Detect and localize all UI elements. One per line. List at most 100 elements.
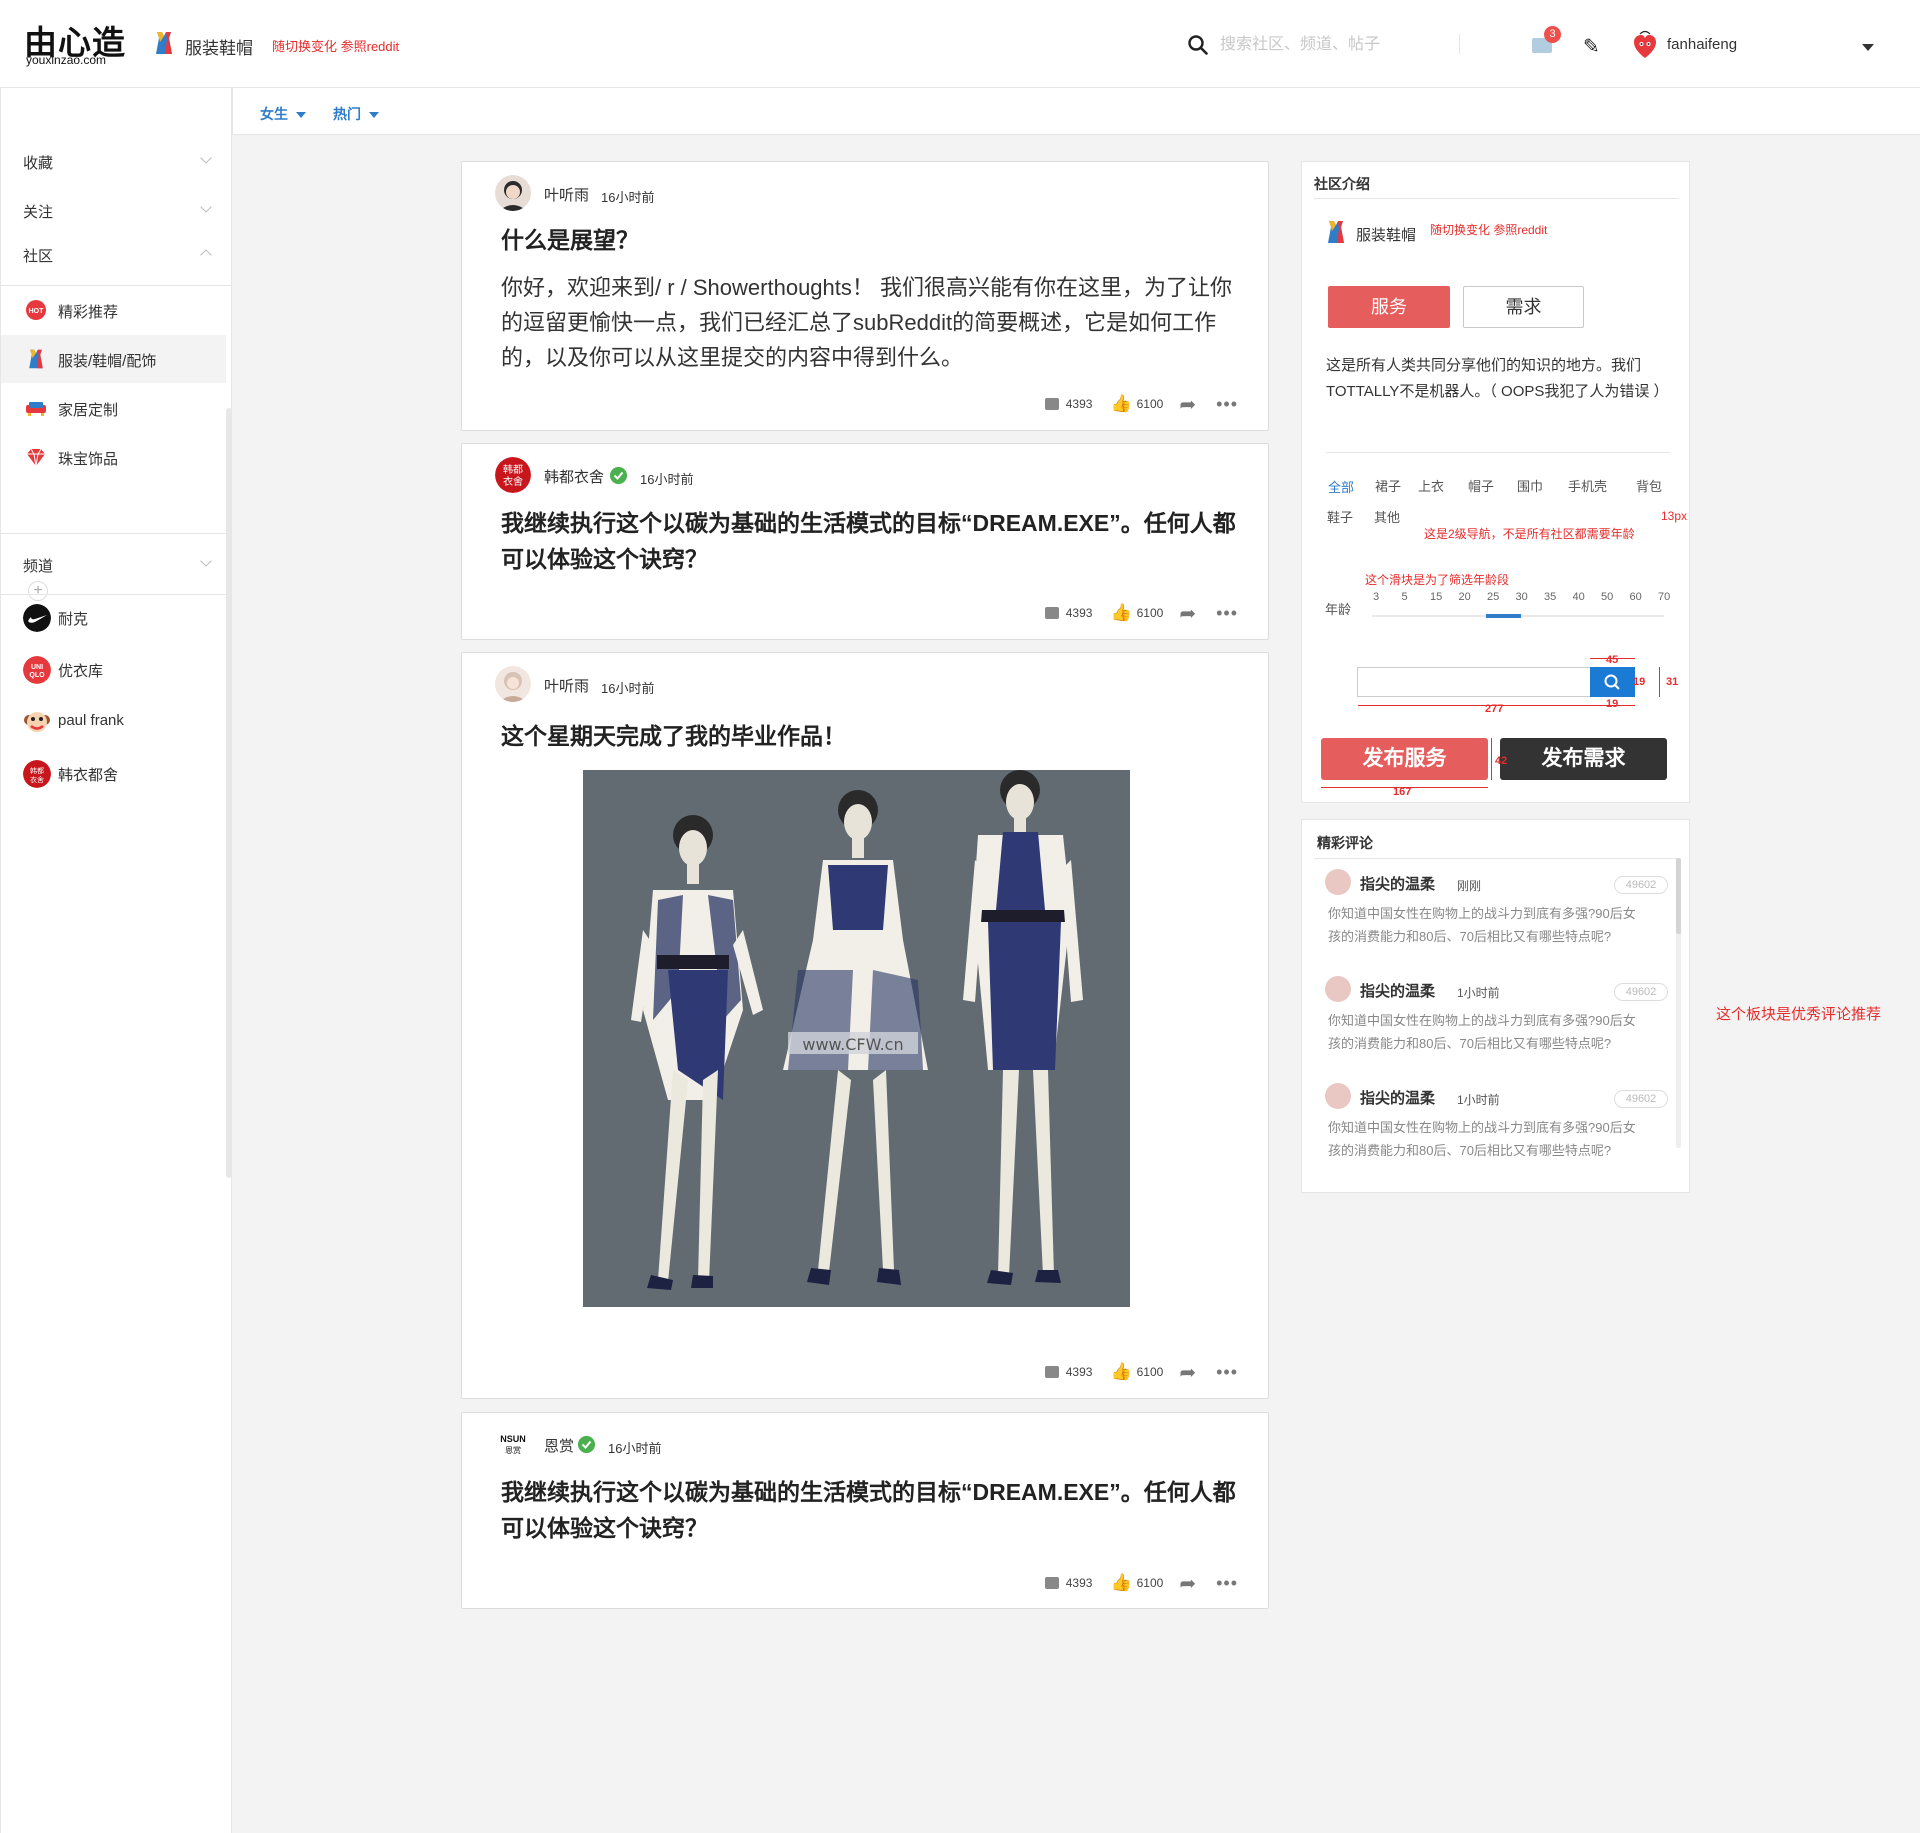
svg-text:QLO: QLO (29, 672, 45, 679)
comment-icon[interactable] (1044, 1577, 1059, 1589)
post-title[interactable]: 什么是展望？ (501, 222, 1241, 258)
publish-service-button[interactable]: 发布服务 (1321, 738, 1488, 780)
username[interactable]: fanhaifeng (1667, 36, 1737, 53)
annotation-slider-note: 这个滑块是为了筛选年龄段 (1365, 573, 1510, 587)
dimension-label: 277 (1485, 703, 1504, 715)
search-input[interactable] (1220, 30, 1450, 60)
sidebar-group-favorites[interactable]: 收藏 (1, 140, 232, 180)
like-icon[interactable]: 👍 (1110, 394, 1131, 414)
paulfrank-logo (24, 712, 50, 732)
comments-scrollbar[interactable] (1676, 858, 1681, 1148)
subnav-women-dropdown[interactable]: 女生 (260, 104, 306, 124)
post-author[interactable]: 叶听雨 (544, 184, 589, 205)
post-card[interactable]: NSUN 恩赏 恩赏 16小时前 我继续执行这个以碳为基础的生活模式的目标“DRE… (461, 1412, 1269, 1609)
tag-all[interactable]: 全部 (1328, 477, 1354, 496)
tag-skirt[interactable]: 裙子 (1375, 476, 1401, 495)
more-icon[interactable]: ••• (1216, 394, 1238, 415)
dimension-line (1491, 738, 1492, 780)
post-title[interactable]: 这个星期天完成了我的毕业作品！ (501, 718, 1241, 754)
community-search-button[interactable] (1590, 667, 1635, 697)
post-card[interactable]: 韩都 衣舍 韩都衣舍 16小时前 我继续执行这个以碳为基础的生活模式的目标“DRE… (461, 443, 1269, 640)
sidebar-item-clothing[interactable]: 服装/鞋帽/配饰 (1, 335, 226, 383)
sidebar-item-jewelry[interactable]: 珠宝饰品 (1, 433, 226, 481)
header-category[interactable]: 服装鞋帽 (185, 34, 253, 59)
commenter-avatar[interactable] (1325, 976, 1351, 1002)
top-header: 由心造 youxinzao.com 服装鞋帽 随切换变化 参照reddit 3 … (0, 0, 1920, 88)
publish-demand-button[interactable]: 发布需求 (1500, 738, 1667, 780)
author-avatar[interactable] (495, 175, 531, 211)
svg-text:韩都: 韩都 (503, 463, 523, 476)
post-actions: 4393 👍 6100 ➦ ••• (1044, 1571, 1238, 1596)
edit-icon[interactable]: ✎ (1583, 34, 1600, 59)
age-slider-range[interactable] (1486, 614, 1521, 618)
post-author[interactable]: 叶听雨 (544, 675, 589, 696)
sidebar-group-channels[interactable]: 频道 (1, 543, 232, 583)
comment-icon[interactable] (1044, 398, 1059, 410)
comment-time: 1小时前 (1457, 1093, 1500, 1107)
sidebar-channel-uniqlo[interactable]: UNI QLO 优衣库 (1, 646, 226, 694)
sidebar-channel-handu[interactable]: 韩都 衣舍 韩衣都舍 (1, 750, 226, 798)
sidebar-channel-paulfrank[interactable]: paul frank (1, 698, 226, 746)
comment-count-badge: 49602 (1614, 983, 1668, 1001)
commenter-name[interactable]: 指尖的温柔 (1360, 873, 1435, 894)
like-count: 6100 (1136, 606, 1164, 620)
comment-text[interactable]: 你知道中国女性在购物上的战斗力到底有多强?90后女孩的消费能力和80后、70后相… (1328, 1116, 1638, 1162)
community-search-input[interactable] (1357, 667, 1593, 697)
tag-scarf[interactable]: 围巾 (1517, 476, 1543, 495)
diamond-icon (27, 448, 45, 467)
more-icon[interactable]: ••• (1216, 603, 1238, 624)
more-icon[interactable]: ••• (1216, 1362, 1238, 1383)
community-category-note: 随切换变化 参照reddit (1430, 223, 1548, 237)
comment-text[interactable]: 你知道中国女性在购物上的战斗力到底有多强?90后女孩的消费能力和80后、70后相… (1328, 902, 1638, 948)
post-image-fashion-sketch[interactable]: www.CFW.cn (583, 770, 1130, 1307)
post-actions: 4393 👍 6100 ➦ ••• (1044, 392, 1238, 417)
commenter-avatar[interactable] (1325, 1083, 1351, 1109)
share-icon[interactable]: ➦ (1179, 601, 1196, 626)
sidebar-group-community[interactable]: 社区 (1, 233, 232, 273)
post-time: 16小时前 (640, 472, 694, 487)
author-avatar[interactable]: 韩都衣舍 (495, 457, 531, 493)
share-icon[interactable]: ➦ (1179, 392, 1196, 417)
annotation-13px: 13px (1661, 509, 1688, 523)
like-icon[interactable]: 👍 (1110, 1573, 1131, 1593)
age-tick: 60 (1629, 591, 1642, 603)
sidebar-item-home[interactable]: 家居定制 (1, 384, 226, 432)
tag-phone-case[interactable]: 手机壳 (1568, 476, 1607, 495)
tag-hat[interactable]: 帽子 (1468, 476, 1494, 495)
tag-shoes[interactable]: 鞋子 (1327, 507, 1353, 526)
demand-button[interactable]: 需求 (1463, 286, 1584, 328)
search-icon[interactable] (1188, 35, 1208, 55)
sidebar-group-following[interactable]: 关注 (1, 189, 232, 229)
comment-icon[interactable] (1044, 607, 1059, 619)
author-avatar[interactable]: NSUN恩赏 (495, 1426, 531, 1462)
tag-top[interactable]: 上衣 (1418, 476, 1444, 495)
commenter-avatar[interactable] (1325, 869, 1351, 895)
user-menu-caret-icon[interactable] (1862, 44, 1874, 51)
sidebar-channel-nike[interactable]: 耐克 (1, 594, 226, 642)
post-author[interactable]: 恩赏 (544, 1435, 574, 1456)
tag-other[interactable]: 其他 (1374, 507, 1400, 526)
like-icon[interactable]: 👍 (1110, 1362, 1131, 1382)
user-avatar[interactable] (1632, 30, 1658, 60)
tag-backpack[interactable]: 背包 (1636, 476, 1662, 495)
sidebar-item-featured[interactable]: HOT 精彩推荐 (1, 286, 226, 334)
post-author[interactable]: 韩都衣舍 (544, 466, 604, 487)
comment-icon[interactable] (1044, 1366, 1059, 1378)
dropdown-caret-icon (296, 112, 306, 119)
post-card[interactable]: 叶听雨 16小时前 什么是展望？ 你好，欢迎来到/ r / Showerthou… (461, 161, 1269, 431)
share-icon[interactable]: ➦ (1179, 1571, 1196, 1596)
commenter-name[interactable]: 指尖的温柔 (1360, 980, 1435, 1001)
more-icon[interactable]: ••• (1216, 1573, 1238, 1594)
uniqlo-logo: UNIQLO (23, 656, 51, 684)
post-card[interactable]: 叶听雨 16小时前 这个星期天完成了我的毕业作品！ www.CFW.cn 439… (461, 652, 1269, 1399)
sidebar-scrollbar[interactable] (226, 408, 232, 1178)
subnav-hot-dropdown[interactable]: 热门 (333, 104, 379, 124)
post-title[interactable]: 我继续执行这个以碳为基础的生活模式的目标“DREAM.EXE”。任何人都可以体验… (501, 505, 1241, 577)
like-icon[interactable]: 👍 (1110, 603, 1131, 623)
commenter-name[interactable]: 指尖的温柔 (1360, 1087, 1435, 1108)
comment-text[interactable]: 你知道中国女性在购物上的战斗力到底有多强?90后女孩的消费能力和80后、70后相… (1328, 1009, 1638, 1055)
author-avatar[interactable] (495, 666, 531, 702)
service-button[interactable]: 服务 (1328, 286, 1450, 328)
share-icon[interactable]: ➦ (1179, 1360, 1196, 1385)
post-title[interactable]: 我继续执行这个以碳为基础的生活模式的目标“DREAM.EXE”。任何人都可以体验… (501, 1474, 1241, 1546)
